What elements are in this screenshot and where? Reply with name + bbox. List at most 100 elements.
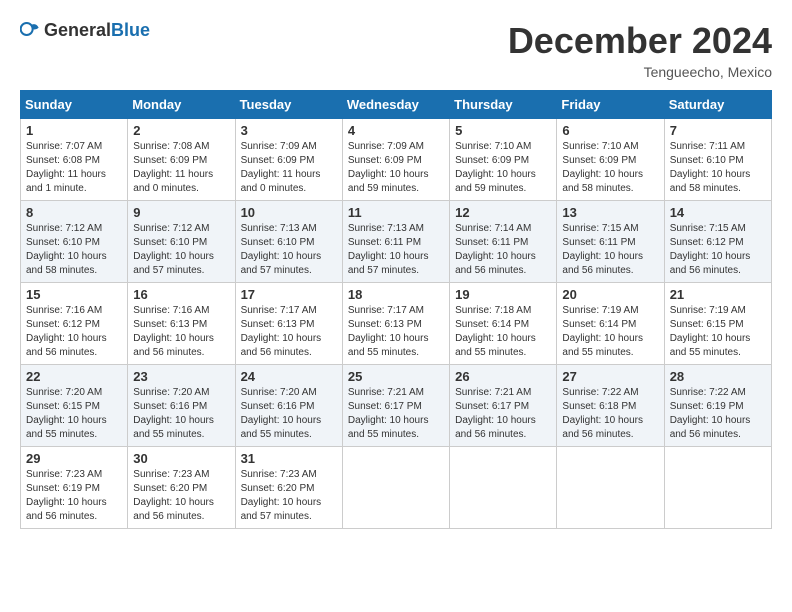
sunrise-label: Sunrise: 7:23 AM (26, 469, 102, 480)
day-info: Sunrise: 7:10 AM Sunset: 6:09 PM Dayligh… (455, 140, 551, 196)
calendar-day-cell: 3 Sunrise: 7:09 AM Sunset: 6:09 PM Dayli… (235, 119, 342, 201)
calendar-week-row: 15 Sunrise: 7:16 AM Sunset: 6:12 PM Dayl… (21, 283, 772, 365)
day-number: 16 (133, 287, 229, 302)
sunrise-label: Sunrise: 7:20 AM (26, 387, 102, 398)
calendar-day-cell: 18 Sunrise: 7:17 AM Sunset: 6:13 PM Dayl… (342, 283, 449, 365)
sunrise-label: Sunrise: 7:14 AM (455, 223, 531, 234)
day-number: 5 (455, 123, 551, 138)
calendar-day-cell: 7 Sunrise: 7:11 AM Sunset: 6:10 PM Dayli… (664, 119, 771, 201)
calendar-day-cell: 22 Sunrise: 7:20 AM Sunset: 6:15 PM Dayl… (21, 365, 128, 447)
daylight-label: Daylight: 10 hours and 55 minutes. (26, 415, 107, 440)
sunset-label: Sunset: 6:11 PM (348, 237, 421, 248)
sunrise-label: Sunrise: 7:09 AM (348, 141, 424, 152)
sunset-label: Sunset: 6:09 PM (133, 155, 207, 166)
day-number: 31 (241, 451, 337, 466)
day-info: Sunrise: 7:16 AM Sunset: 6:12 PM Dayligh… (26, 304, 122, 360)
header: GeneralBlue December 2024 Tengueecho, Me… (20, 20, 772, 80)
day-number: 3 (241, 123, 337, 138)
sunset-label: Sunset: 6:18 PM (562, 401, 636, 412)
calendar-week-row: 29 Sunrise: 7:23 AM Sunset: 6:19 PM Dayl… (21, 447, 772, 529)
daylight-label: Daylight: 10 hours and 55 minutes. (455, 333, 536, 358)
calendar-day-cell: 26 Sunrise: 7:21 AM Sunset: 6:17 PM Dayl… (450, 365, 557, 447)
day-number: 26 (455, 369, 551, 384)
sunrise-label: Sunrise: 7:11 AM (670, 141, 745, 152)
title-area: December 2024 Tengueecho, Mexico (508, 20, 772, 80)
logo-text-blue: Blue (111, 20, 150, 40)
calendar-day-cell: 27 Sunrise: 7:22 AM Sunset: 6:18 PM Dayl… (557, 365, 664, 447)
daylight-label: Daylight: 11 hours and 0 minutes. (241, 169, 321, 194)
calendar-day-cell: 20 Sunrise: 7:19 AM Sunset: 6:14 PM Dayl… (557, 283, 664, 365)
sunset-label: Sunset: 6:12 PM (670, 237, 744, 248)
location-subtitle: Tengueecho, Mexico (508, 64, 772, 80)
day-info: Sunrise: 7:22 AM Sunset: 6:19 PM Dayligh… (670, 386, 766, 442)
calendar-day-cell: 17 Sunrise: 7:17 AM Sunset: 6:13 PM Dayl… (235, 283, 342, 365)
calendar-day-header: Saturday (664, 91, 771, 119)
sunrise-label: Sunrise: 7:15 AM (562, 223, 638, 234)
daylight-label: Daylight: 10 hours and 56 minutes. (670, 415, 751, 440)
sunrise-label: Sunrise: 7:19 AM (670, 305, 746, 316)
sunrise-label: Sunrise: 7:07 AM (26, 141, 102, 152)
sunrise-label: Sunrise: 7:19 AM (562, 305, 638, 316)
day-number: 2 (133, 123, 229, 138)
calendar-day-header: Thursday (450, 91, 557, 119)
day-number: 25 (348, 369, 444, 384)
day-number: 11 (348, 205, 444, 220)
daylight-label: Daylight: 10 hours and 56 minutes. (26, 497, 107, 522)
day-info: Sunrise: 7:23 AM Sunset: 6:19 PM Dayligh… (26, 468, 122, 524)
sunset-label: Sunset: 6:14 PM (562, 319, 636, 330)
sunset-label: Sunset: 6:12 PM (26, 319, 100, 330)
sunrise-label: Sunrise: 7:13 AM (241, 223, 317, 234)
day-info: Sunrise: 7:23 AM Sunset: 6:20 PM Dayligh… (241, 468, 337, 524)
day-number: 8 (26, 205, 122, 220)
calendar-week-row: 22 Sunrise: 7:20 AM Sunset: 6:15 PM Dayl… (21, 365, 772, 447)
day-number: 15 (26, 287, 122, 302)
day-number: 13 (562, 205, 658, 220)
calendar-day-header: Friday (557, 91, 664, 119)
daylight-label: Daylight: 10 hours and 58 minutes. (670, 169, 751, 194)
day-info: Sunrise: 7:17 AM Sunset: 6:13 PM Dayligh… (241, 304, 337, 360)
sunset-label: Sunset: 6:13 PM (133, 319, 207, 330)
calendar-day-cell: 30 Sunrise: 7:23 AM Sunset: 6:20 PM Dayl… (128, 447, 235, 529)
logo-icon (20, 21, 40, 41)
sunset-label: Sunset: 6:08 PM (26, 155, 100, 166)
day-number: 30 (133, 451, 229, 466)
sunset-label: Sunset: 6:09 PM (348, 155, 422, 166)
calendar-day-cell (450, 447, 557, 529)
calendar-day-cell: 25 Sunrise: 7:21 AM Sunset: 6:17 PM Dayl… (342, 365, 449, 447)
calendar-header-row: SundayMondayTuesdayWednesdayThursdayFrid… (21, 91, 772, 119)
day-info: Sunrise: 7:07 AM Sunset: 6:08 PM Dayligh… (26, 140, 122, 196)
day-info: Sunrise: 7:13 AM Sunset: 6:10 PM Dayligh… (241, 222, 337, 278)
day-number: 10 (241, 205, 337, 220)
calendar-day-cell: 9 Sunrise: 7:12 AM Sunset: 6:10 PM Dayli… (128, 201, 235, 283)
day-info: Sunrise: 7:15 AM Sunset: 6:11 PM Dayligh… (562, 222, 658, 278)
daylight-label: Daylight: 10 hours and 56 minutes. (562, 251, 643, 276)
day-info: Sunrise: 7:22 AM Sunset: 6:18 PM Dayligh… (562, 386, 658, 442)
day-info: Sunrise: 7:13 AM Sunset: 6:11 PM Dayligh… (348, 222, 444, 278)
logo-text-general: General (44, 20, 111, 40)
day-info: Sunrise: 7:17 AM Sunset: 6:13 PM Dayligh… (348, 304, 444, 360)
sunrise-label: Sunrise: 7:18 AM (455, 305, 531, 316)
day-number: 27 (562, 369, 658, 384)
sunset-label: Sunset: 6:10 PM (26, 237, 100, 248)
calendar-day-cell: 13 Sunrise: 7:15 AM Sunset: 6:11 PM Dayl… (557, 201, 664, 283)
sunset-label: Sunset: 6:10 PM (241, 237, 315, 248)
sunrise-label: Sunrise: 7:10 AM (562, 141, 638, 152)
calendar-day-cell: 11 Sunrise: 7:13 AM Sunset: 6:11 PM Dayl… (342, 201, 449, 283)
calendar-day-cell: 23 Sunrise: 7:20 AM Sunset: 6:16 PM Dayl… (128, 365, 235, 447)
day-info: Sunrise: 7:09 AM Sunset: 6:09 PM Dayligh… (348, 140, 444, 196)
sunset-label: Sunset: 6:10 PM (670, 155, 744, 166)
calendar-day-cell: 1 Sunrise: 7:07 AM Sunset: 6:08 PM Dayli… (21, 119, 128, 201)
sunset-label: Sunset: 6:16 PM (241, 401, 315, 412)
sunset-label: Sunset: 6:13 PM (348, 319, 422, 330)
calendar-day-cell: 14 Sunrise: 7:15 AM Sunset: 6:12 PM Dayl… (664, 201, 771, 283)
calendar-day-cell: 8 Sunrise: 7:12 AM Sunset: 6:10 PM Dayli… (21, 201, 128, 283)
daylight-label: Daylight: 10 hours and 55 minutes. (670, 333, 751, 358)
day-number: 20 (562, 287, 658, 302)
calendar-day-cell: 5 Sunrise: 7:10 AM Sunset: 6:09 PM Dayli… (450, 119, 557, 201)
calendar-day-cell: 24 Sunrise: 7:20 AM Sunset: 6:16 PM Dayl… (235, 365, 342, 447)
day-number: 1 (26, 123, 122, 138)
daylight-label: Daylight: 10 hours and 55 minutes. (133, 415, 214, 440)
calendar-day-cell (342, 447, 449, 529)
calendar-day-cell: 16 Sunrise: 7:16 AM Sunset: 6:13 PM Dayl… (128, 283, 235, 365)
calendar-day-cell: 28 Sunrise: 7:22 AM Sunset: 6:19 PM Dayl… (664, 365, 771, 447)
